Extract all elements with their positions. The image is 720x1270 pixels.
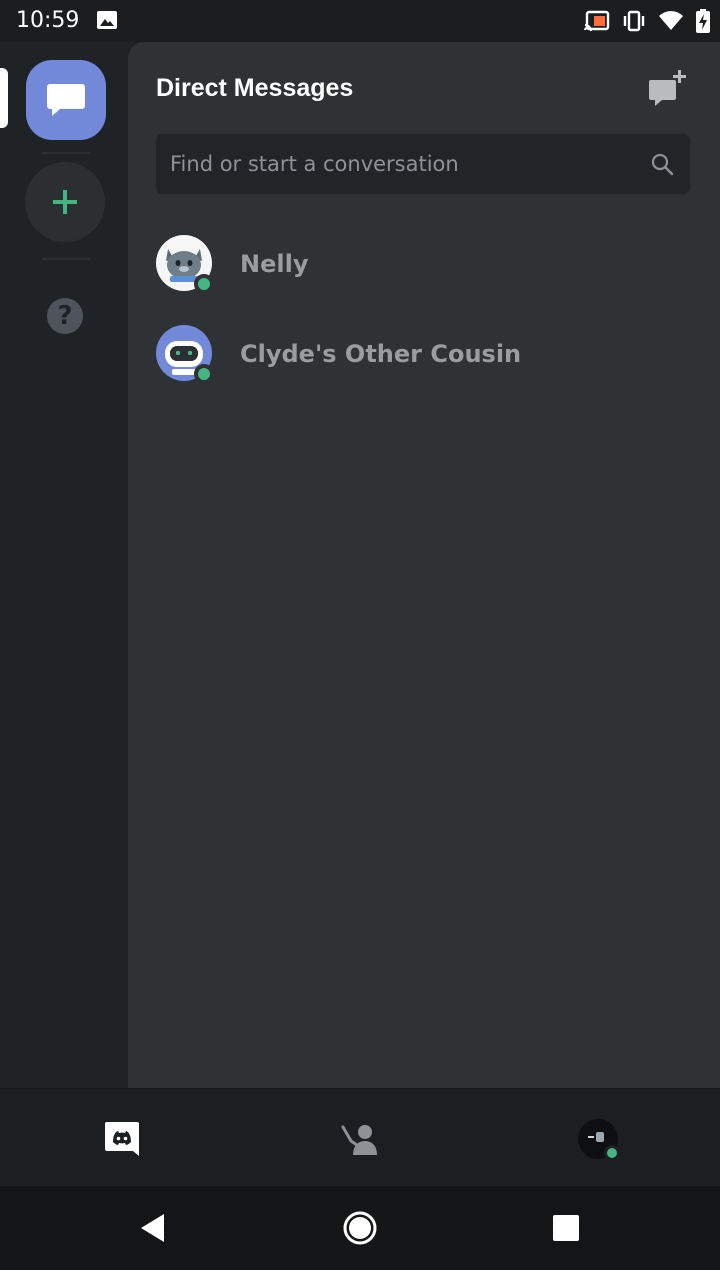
status-icons — [584, 8, 710, 34]
online-status-badge — [194, 274, 214, 294]
direct-messages-panel: Direct Messages Find or start a conversa… — [128, 42, 720, 1088]
tab-profile[interactable] — [578, 1119, 620, 1161]
direct-messages-home-button[interactable] — [26, 60, 106, 140]
user-avatar — [578, 1119, 620, 1161]
search-icon — [651, 153, 674, 176]
page-title: Direct Messages — [156, 74, 354, 102]
cast-icon — [584, 10, 610, 32]
conversation-item-nelly[interactable]: Nelly — [128, 228, 720, 318]
discord-logo-icon — [105, 1122, 139, 1156]
guild-rail: ? — [0, 42, 128, 1088]
status-bar: 10:59 — [0, 0, 720, 42]
recent-apps-button[interactable] — [548, 1210, 584, 1246]
back-button[interactable] — [134, 1210, 170, 1246]
battery-charging-icon — [696, 9, 710, 33]
selected-indicator — [0, 68, 8, 128]
conversation-name: Nelly — [240, 250, 309, 278]
rail-divider — [42, 152, 90, 154]
status-time: 10:59 — [16, 8, 80, 33]
chat-bubble-icon — [47, 84, 85, 116]
search-input[interactable] — [170, 134, 630, 194]
online-status-badge — [194, 364, 214, 384]
plus-icon — [53, 190, 77, 214]
friends-icon — [341, 1125, 377, 1155]
conversation-list: Nelly Clyde's Other Cousin — [128, 228, 720, 408]
back-triangle-icon — [141, 1214, 164, 1242]
bottom-tab-bar — [0, 1088, 720, 1186]
add-server-button[interactable] — [25, 162, 105, 242]
tab-friends[interactable] — [341, 1119, 381, 1159]
home-circle-icon — [343, 1211, 377, 1245]
conversation-name: Clyde's Other Cousin — [240, 340, 522, 368]
conversation-item-clydes-other-cousin[interactable]: Clyde's Other Cousin — [128, 318, 720, 408]
tab-home[interactable] — [102, 1119, 142, 1159]
home-button[interactable] — [342, 1210, 378, 1246]
recents-square-icon — [553, 1215, 579, 1241]
image-notification-icon — [97, 11, 117, 29]
wifi-icon — [659, 11, 683, 30]
help-button[interactable]: ? — [47, 298, 83, 334]
rail-divider — [42, 258, 90, 260]
vibrate-icon — [623, 10, 645, 32]
online-status-badge — [604, 1145, 620, 1161]
search-bar[interactable] — [156, 134, 690, 194]
system-navigation-bar — [0, 1186, 720, 1270]
new-message-icon[interactable] — [648, 68, 688, 108]
help-icon: ? — [57, 301, 73, 331]
